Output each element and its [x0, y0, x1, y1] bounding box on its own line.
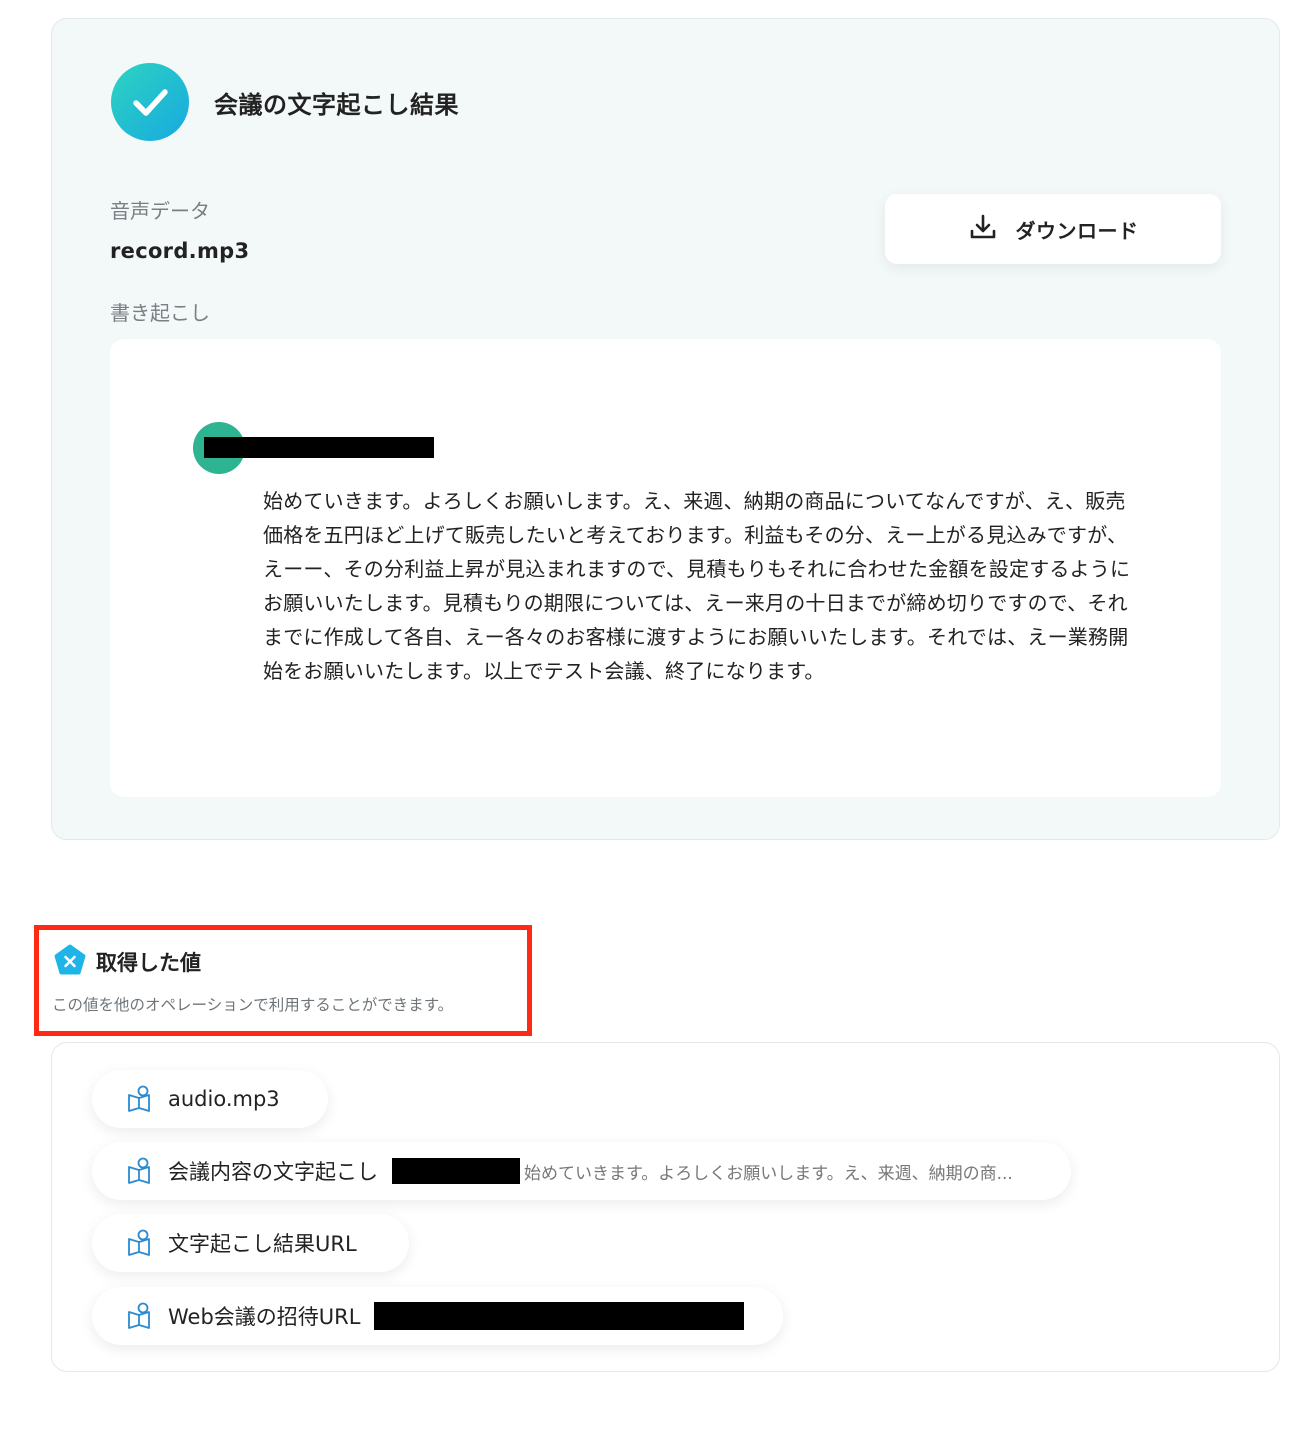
acquired-values-title: 取得した値: [96, 951, 201, 975]
download-icon: [968, 212, 998, 246]
acquired-values-highlight: [34, 925, 532, 1036]
transcription-result-card: 会議の文字起こし結果 音声データ record.mp3 ダウンロード 書き起こし…: [51, 18, 1280, 840]
value-chip-transcript[interactable]: 会議内容の文字起こし 始めていきます。よろしくお願いします。え、来週、納期の商.…: [92, 1142, 1071, 1200]
check-icon: [111, 63, 189, 141]
audio-file-name: record.mp3: [110, 239, 250, 263]
variable-icon: [126, 1302, 152, 1330]
variable-icon: [126, 1085, 152, 1113]
acquired-values-description: この値を他のオペレーションで利用することができます。: [52, 996, 454, 1014]
x-pentagon-icon: [53, 944, 87, 982]
variable-icon: [126, 1229, 152, 1257]
value-chip-meeting-url[interactable]: Web会議の招待URL: [92, 1287, 783, 1345]
result-title: 会議の文字起こし結果: [214, 91, 459, 119]
audio-data-label: 音声データ: [110, 199, 210, 223]
chip-label: audio.mp3: [168, 1087, 280, 1111]
redacted-value: [392, 1158, 520, 1184]
redacted-speaker-name: [204, 437, 434, 458]
chip-label: 会議内容の文字起こし: [168, 1160, 378, 1184]
transcript-text: 始めていきます。よろしくお願いします。え、来週、納期の商品についてなんですが、え…: [263, 489, 1131, 683]
transcript-label: 書き起こし: [110, 301, 210, 325]
value-chip-transcript-url[interactable]: 文字起こし結果URL: [92, 1214, 409, 1272]
chip-label: 文字起こし結果URL: [168, 1232, 357, 1256]
download-label: ダウンロード: [1015, 218, 1139, 243]
variable-icon: [126, 1157, 152, 1185]
chip-label: Web会議の招待URL: [168, 1305, 361, 1329]
redacted-value: [374, 1302, 745, 1330]
transcript-box: 始めていきます。よろしくお願いします。え、来週、納期の商品についてなんですが、え…: [110, 339, 1221, 797]
value-chip-audio[interactable]: audio.mp3: [92, 1070, 328, 1128]
chip-value-preview: 始めていきます。よろしくお願いします。え、来週、納期の商...: [524, 1163, 1013, 1184]
download-button[interactable]: ダウンロード: [885, 194, 1221, 264]
